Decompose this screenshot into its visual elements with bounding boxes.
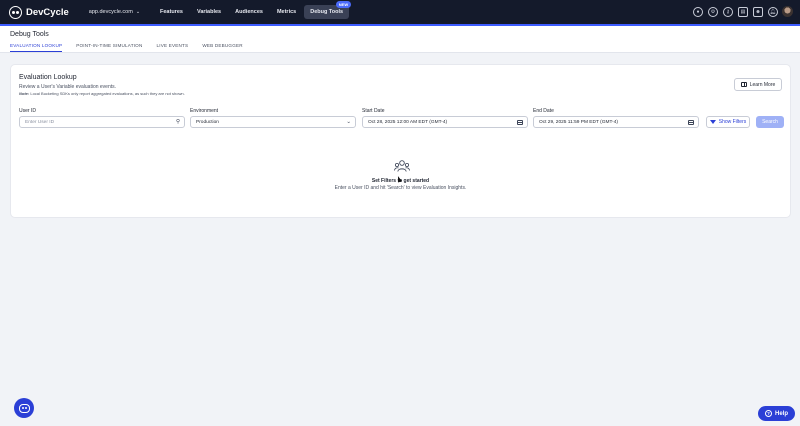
end-date-value: Oct 29, 2025 11:59 PM EDT (GMT-4) <box>539 119 619 125</box>
nav-item-audiences[interactable]: Audiences <box>229 5 269 19</box>
project-selector-label: app.devcycle.com <box>88 9 133 15</box>
tab-live-events[interactable]: LIVE EVENTS <box>156 43 188 52</box>
tab-evaluation-lookup[interactable]: EVALUATION LOOKUP <box>10 43 63 52</box>
start-date-input[interactable]: Oct 28, 2025 12:00 AM EDT (GMT-4) <box>362 116 528 128</box>
chevron-down-icon: ⌄ <box>346 119 351 125</box>
calendar-icon[interactable] <box>517 120 523 125</box>
new-badge: NEW <box>335 1 352 8</box>
bot-icon <box>18 403 30 413</box>
user-id-placeholder: Enter User ID <box>25 119 55 125</box>
main-nav: Features Variables Audiences Metrics Deb… <box>154 1 352 19</box>
users-group-icon <box>394 160 410 172</box>
top-nav-bar: DevCycle app.devcycle.com ⌄ Features Var… <box>0 0 800 24</box>
page-header: Debug Tools EVALUATION LOOKUP POINT-IN-T… <box>0 26 800 53</box>
start-date-value: Oct 28, 2025 12:00 AM EDT (GMT-4) <box>368 119 448 125</box>
environment-value: Production <box>196 119 219 125</box>
search-button[interactable]: Search <box>756 116 784 128</box>
start-date-label: Start Date <box>362 108 385 114</box>
user-id-label: User ID <box>19 108 36 114</box>
note-text: Local Bucketing SDKs only report aggrega… <box>30 91 185 96</box>
card-note: Note: Local Bucketing SDKs only report a… <box>19 91 185 96</box>
user-id-input[interactable]: Enter User ID ⚲ <box>19 116 185 128</box>
brand-name: DevCycle <box>26 6 69 18</box>
help-label: Help <box>774 410 788 417</box>
chevron-down-icon: ⌄ <box>135 9 141 15</box>
book-icon <box>740 82 747 87</box>
learn-more-label: Learn More <box>749 81 776 88</box>
nav-item-debug-tools[interactable]: Debug Tools NEW <box>304 1 352 19</box>
user-lookup-icon[interactable]: ⚲ <box>176 119 180 125</box>
end-date-label: End Date <box>533 108 554 114</box>
learn-more-button[interactable]: Learn More <box>734 78 782 91</box>
nav-item-features[interactable]: Features <box>154 5 189 19</box>
show-filters-button[interactable]: Show Filters <box>706 116 750 128</box>
end-date-input[interactable]: Oct 29, 2025 11:59 PM EDT (GMT-4) <box>533 116 699 128</box>
status-icon[interactable]: ● <box>693 7 703 17</box>
show-filters-label: Show Filters <box>718 119 747 125</box>
key-icon[interactable]: ⚷ <box>723 7 733 17</box>
environment-label: Environment <box>190 108 219 114</box>
brand-logo[interactable]: DevCycle <box>9 5 69 19</box>
environment-select[interactable]: Production ⌄ <box>190 116 356 128</box>
devcycle-logo-icon <box>9 5 22 19</box>
project-selector[interactable]: app.devcycle.com ⌄ <box>89 9 140 15</box>
nav-item-debug-tools-label: Debug Tools <box>310 9 344 15</box>
tab-point-in-time-simulation[interactable]: POINT-IN-TIME SIMULATION <box>76 43 142 52</box>
settings-icon[interactable]: ⚙ <box>708 7 718 17</box>
notifications-icon[interactable]: 🔔︎ <box>768 7 778 17</box>
tab-web-debugger[interactable]: WEB DEBUGGER <box>202 43 242 52</box>
debug-tabs: EVALUATION LOOKUP POINT-IN-TIME SIMULATI… <box>10 43 257 52</box>
docs-icon[interactable]: ▤ <box>738 7 748 17</box>
question-icon: ? <box>764 410 772 417</box>
help-button[interactable]: ? Help <box>758 406 795 421</box>
nav-item-variables[interactable]: Variables <box>191 5 227 19</box>
user-avatar[interactable] <box>782 6 793 17</box>
empty-state-subtitle: Enter a User ID and hit 'Search' to view… <box>334 185 467 191</box>
evaluation-lookup-card: Evaluation Lookup Review a User's Variab… <box>10 64 791 218</box>
nav-item-metrics[interactable]: Metrics <box>271 5 302 19</box>
top-icon-group: ● ⚙ ⚷ ▤ ☻ 🔔︎ <box>693 7 778 17</box>
card-subtitle: Review a User's Variable evaluation even… <box>19 84 117 90</box>
filter-icon <box>709 120 716 124</box>
assistant-bot-button[interactable] <box>14 398 34 418</box>
discord-icon[interactable]: ☻ <box>753 7 763 17</box>
page-title: Debug Tools <box>10 31 49 38</box>
calendar-icon[interactable] <box>688 120 694 125</box>
mouse-cursor-icon <box>396 175 402 183</box>
note-label: Note: <box>19 91 30 96</box>
card-title: Evaluation Lookup <box>19 74 77 81</box>
